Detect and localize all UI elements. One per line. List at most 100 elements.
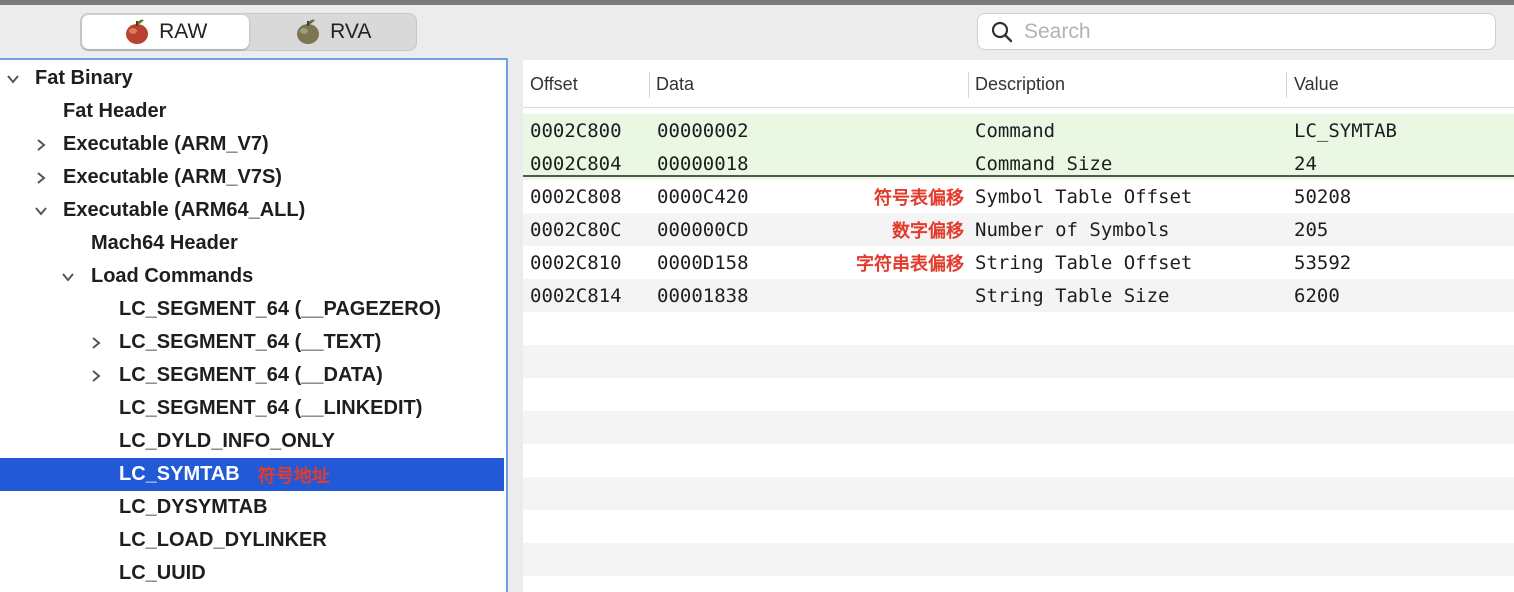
cell-value: 24 <box>1294 153 1317 175</box>
cell-data: 00000002 <box>657 120 749 142</box>
chevron-right-icon[interactable] <box>33 170 49 186</box>
empty-row <box>523 576 1514 592</box>
cell-description: Command Size <box>975 153 1113 175</box>
cell-value: 53592 <box>1294 252 1352 274</box>
empty-row <box>523 444 1514 477</box>
cell-data: 00000018 <box>657 153 749 175</box>
split-view-divider[interactable] <box>508 58 523 592</box>
tree-item-label: LC_LOAD_DYLINKER <box>119 529 327 551</box>
tree-item[interactable]: LC_SEGMENT_64 (__DATA) <box>0 359 504 392</box>
table-row[interactable]: 0002C80C 000000CD Number of Symbols 205 数字偏移 <box>523 213 1514 246</box>
tree-item-label: Mach64 Header <box>91 232 238 254</box>
tree-item-label: LC_DYSYMTAB <box>119 496 268 518</box>
cell-offset: 0002C800 <box>530 120 622 142</box>
empty-row <box>523 312 1514 345</box>
apple-icon <box>126 19 149 44</box>
tree-item[interactable]: Load Commands <box>0 260 504 293</box>
toolbar: RAW RVA <box>0 5 1514 58</box>
search-field[interactable] <box>977 13 1496 50</box>
tree-item[interactable]: LC_LOAD_DYLINKER <box>0 524 504 557</box>
tree-item-label: Fat Header <box>63 100 167 122</box>
tree-item-label: LC_SYMTAB <box>119 463 240 485</box>
chevron-right-icon[interactable] <box>88 335 104 351</box>
sidebar-tree: Fat Binary Fat Header Executable (ARM_V7) E… <box>0 58 508 592</box>
annotation-note: 数字偏移 <box>892 221 964 242</box>
tree-item[interactable]: LC_SEGMENT_64 (__LINKEDIT) <box>0 392 504 425</box>
column-header-data[interactable]: Data <box>656 74 694 95</box>
annotation-note: 符号表偏移 <box>874 188 964 209</box>
tree-item[interactable]: LC_SEGMENT_64 (__TEXT) <box>0 326 504 359</box>
tree-item-label: LC_SEGMENT_64 (__DATA) <box>119 364 383 386</box>
cell-description: String Table Offset <box>975 252 1193 274</box>
column-divider[interactable] <box>649 72 650 98</box>
tree-item[interactable]: LC_SEGMENT_64 (__PAGEZERO) <box>0 293 504 326</box>
tree-item[interactable]: Fat Binary <box>0 62 504 95</box>
cell-description: Command <box>975 120 1056 142</box>
cell-data: 0000C420 <box>657 186 749 208</box>
tree-item-label: LC_SEGMENT_64 (__PAGEZERO) <box>119 298 441 320</box>
row-separator <box>523 175 1514 177</box>
empty-row <box>523 411 1514 444</box>
tree-item[interactable]: Mach64 Header <box>0 227 504 260</box>
apple-icon <box>297 19 320 44</box>
empty-row <box>523 543 1514 576</box>
empty-row <box>523 477 1514 510</box>
search-input[interactable] <box>1024 19 1484 44</box>
cell-offset: 0002C810 <box>530 252 622 274</box>
tree-item[interactable]: Executable (ARM_V7) <box>0 128 504 161</box>
chevron-right-icon[interactable] <box>33 137 49 153</box>
cell-value: 205 <box>1294 219 1329 241</box>
column-header-offset[interactable]: Offset <box>530 74 578 95</box>
tree-item-label: LC_SEGMENT_64 (__LINKEDIT) <box>119 397 423 419</box>
raw-mode-label: RAW <box>159 20 208 43</box>
tree-item[interactable]: Executable (ARM64_ALL) <box>0 194 504 227</box>
cell-value: LC_SYMTAB <box>1294 120 1397 142</box>
chevron-down-icon[interactable] <box>33 203 49 219</box>
cell-value: 50208 <box>1294 186 1352 208</box>
address-mode-segmented-control: RAW RVA <box>80 13 417 51</box>
tree-item-label: Executable (ARM_V7) <box>63 133 269 155</box>
empty-row <box>523 510 1514 543</box>
cell-description: Number of Symbols <box>975 219 1170 241</box>
tree-item[interactable]: LC_DYLD_INFO_ONLY <box>0 425 504 458</box>
cell-data: 00001838 <box>657 285 749 307</box>
cell-description: Symbol Table Offset <box>975 186 1193 208</box>
search-icon <box>991 21 1013 42</box>
tree-item[interactable]: Executable (ARM_V7S) <box>0 161 504 194</box>
chevron-right-icon[interactable] <box>88 368 104 384</box>
cell-offset: 0002C808 <box>530 186 622 208</box>
empty-row <box>523 345 1514 378</box>
column-header-description[interactable]: Description <box>975 74 1065 95</box>
table-row[interactable]: 0002C808 0000C420 Symbol Table Offset 50208… <box>523 180 1514 213</box>
empty-row <box>523 378 1514 411</box>
column-header-value[interactable]: Value <box>1294 74 1339 95</box>
chevron-down-icon[interactable] <box>60 269 76 285</box>
column-divider[interactable] <box>1286 72 1287 98</box>
tree-item[interactable]: Fat Header <box>0 95 504 128</box>
rva-mode-button[interactable]: RVA <box>250 14 417 50</box>
table-header: Offset Data Description Value <box>523 60 1514 108</box>
cell-offset: 0002C814 <box>530 285 622 307</box>
tree-item-label: Load Commands <box>91 265 254 287</box>
cell-data: 000000CD <box>657 219 749 241</box>
column-divider[interactable] <box>968 72 969 98</box>
raw-mode-button[interactable]: RAW <box>82 15 249 49</box>
tree-item[interactable]: LC_SYMTAB 符号地址 <box>0 458 504 491</box>
annotation-note: 符号地址 <box>257 465 330 486</box>
tree-item[interactable]: LC_UUID <box>0 557 504 590</box>
tree-item-label: Executable (ARM_V7S) <box>63 166 282 188</box>
annotation-note: 字符串表偏移 <box>856 254 964 275</box>
tree-item-label: LC_DYLD_INFO_ONLY <box>119 430 335 452</box>
cell-offset: 0002C80C <box>530 219 622 241</box>
tree-item-label: Fat Binary <box>35 67 133 89</box>
cell-offset: 0002C804 <box>530 153 622 175</box>
tree-item-label: Executable (ARM64_ALL) <box>63 199 306 221</box>
table-row[interactable]: 0002C810 0000D158 String Table Offset 53592… <box>523 246 1514 279</box>
chevron-down-icon[interactable] <box>5 71 21 87</box>
table-row[interactable]: 0002C800 00000002 Command LC_SYMTAB <box>523 114 1514 147</box>
cell-data: 0000D158 <box>657 252 749 274</box>
cell-description: String Table Size <box>975 285 1170 307</box>
detail-table: Offset Data Description Value 0002C800 00… <box>523 60 1514 592</box>
table-row[interactable]: 0002C814 00001838 String Table Size 6200 <box>523 279 1514 312</box>
tree-item[interactable]: LC_DYSYMTAB <box>0 491 504 524</box>
